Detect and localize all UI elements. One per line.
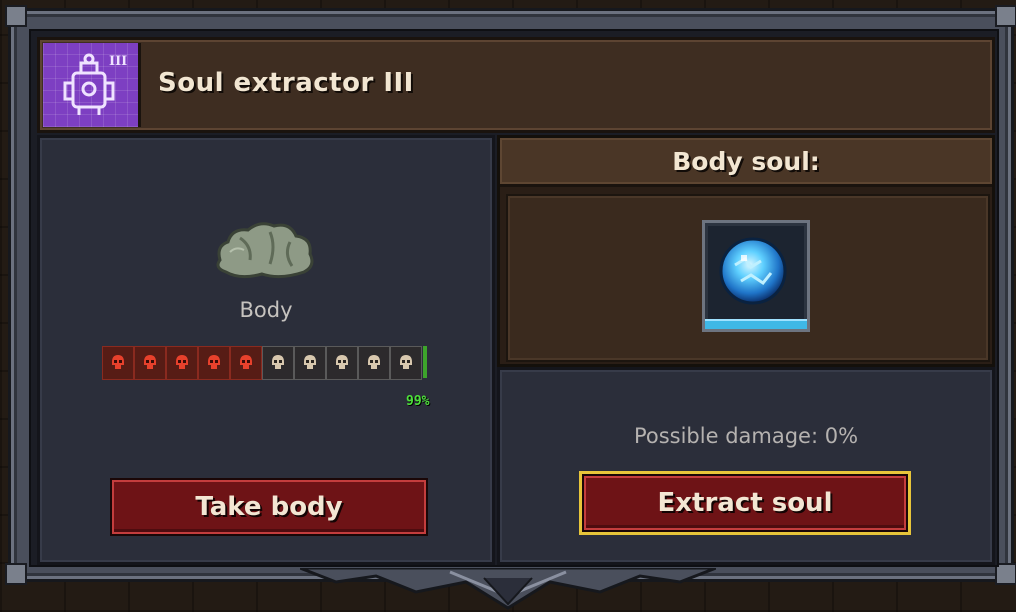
body-panel: Body 99% Take body: [37, 135, 495, 565]
quality-percent: 99%: [406, 394, 430, 409]
possible-damage-text: Possible damage: 0%: [633, 424, 859, 448]
skull-icon-red: [198, 346, 230, 380]
title-bar: III Soul extractor III: [37, 37, 995, 133]
quality-skull-bar: [102, 346, 427, 380]
soul-well: [506, 194, 990, 362]
window-title: Soul extractor III: [158, 68, 414, 98]
quality-bar-end: [423, 346, 427, 378]
blue-soul-orb-icon: [719, 237, 787, 305]
skull-icon-bone: [358, 346, 390, 380]
skull-icon-red: [134, 346, 166, 380]
body-soul-header: Body soul:: [500, 138, 992, 187]
dialog-frame: III Soul extractor III Body 99% Take bod…: [5, 5, 1016, 585]
soul-extractor-blueprint-icon: III: [43, 43, 141, 127]
corpse-body-icon[interactable]: [210, 216, 322, 290]
skull-icon-red: [166, 346, 198, 380]
dialog-content: III Soul extractor III Body 99% Take bod…: [29, 29, 999, 567]
skull-icon-red: [102, 346, 134, 380]
bottom-ornament: [300, 568, 716, 610]
body-soul-panel: Body soul:: [497, 135, 995, 367]
take-body-button[interactable]: Take body: [112, 480, 426, 534]
extract-panel: Possible damage: 0% Extract soul: [497, 367, 995, 565]
skull-icon-bone: [294, 346, 326, 380]
skull-icon-bone: [262, 346, 294, 380]
soul-slot-bar: [705, 319, 807, 329]
skull-icon-red: [230, 346, 262, 380]
frame-corner: [995, 5, 1016, 27]
frame-corner: [5, 563, 27, 585]
extract-soul-button[interactable]: Extract soul: [579, 471, 911, 535]
tier-label: III: [109, 54, 127, 69]
soul-slot[interactable]: [702, 220, 810, 332]
body-label: Body: [239, 298, 293, 322]
frame-corner: [5, 5, 27, 27]
skull-icon-bone: [390, 346, 422, 380]
skull-icon-bone: [326, 346, 358, 380]
